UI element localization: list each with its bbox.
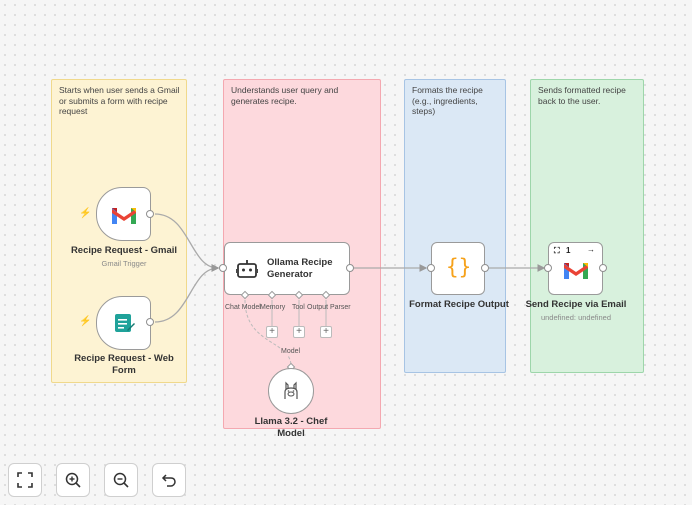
output-port[interactable] (481, 264, 489, 272)
node-title: Ollama Recipe Generator (267, 257, 333, 280)
code-braces-icon: {} (446, 255, 472, 279)
arrow-right-icon[interactable]: → (587, 245, 595, 254)
output-port[interactable] (146, 318, 154, 326)
fit-view-button[interactable] (8, 463, 42, 497)
sticky-note-text: Understands user query and generates rec… (231, 85, 339, 106)
zoom-in-icon (65, 472, 81, 488)
reset-zoom-button[interactable] (152, 463, 186, 497)
node-title: Send Recipe via Email (525, 299, 627, 310)
node-title: Llama 3.2 - Chef Model (254, 416, 328, 439)
output-port[interactable] (146, 210, 154, 218)
slot-label-memory: Memory (260, 304, 286, 311)
node-title: Recipe Request - Web Form (74, 353, 174, 376)
zoom-in-button[interactable] (56, 463, 90, 497)
node-subtitle: Gmail Trigger (101, 259, 147, 268)
ollama-icon (284, 381, 298, 399)
output-port[interactable] (599, 264, 607, 272)
gmail-icon (112, 208, 136, 224)
model-connection-label: Model (280, 348, 302, 355)
trigger-bolt-icon: ⚡ (79, 316, 92, 327)
node-subtitle: undefined: undefined (540, 313, 612, 322)
node-llm[interactable] (268, 368, 314, 414)
trigger-bolt-icon: ⚡ (79, 208, 92, 219)
sticky-note-text: Sends formatted recipe back to the user. (538, 85, 626, 106)
slot-label-chat-model: Chat Model (225, 304, 261, 311)
add-output-parser-button[interactable]: + (320, 326, 332, 338)
zoom-out-button[interactable] (104, 463, 138, 497)
node-send-email[interactable]: 1 ⛶ → (548, 242, 603, 295)
sticky-note-text: Formats the recipe (e.g., ingredients, s… (412, 85, 483, 117)
node-gmail-trigger[interactable] (96, 187, 151, 241)
fit-view-icon (17, 472, 33, 488)
slot-label-output-parser: Output Parser (307, 304, 351, 311)
node-formatter[interactable]: {} (431, 242, 485, 295)
node-toolbar-count: 1 (566, 246, 571, 255)
form-icon (115, 314, 135, 332)
input-port[interactable] (544, 264, 552, 272)
zoom-out-icon (113, 472, 129, 488)
reset-icon (161, 474, 176, 487)
output-port[interactable] (346, 264, 354, 272)
expand-icon[interactable]: ⛶ (554, 246, 560, 256)
node-title: Recipe Request - Gmail (70, 245, 178, 256)
sticky-note-send[interactable]: Sends formatted recipe back to the user. (530, 79, 644, 373)
input-port[interactable] (427, 264, 435, 272)
slot-label-tool: Tool (292, 304, 305, 311)
sticky-note-format[interactable]: Formats the recipe (e.g., ingredients, s… (404, 79, 506, 373)
input-port[interactable] (219, 264, 227, 272)
add-tool-button[interactable]: + (293, 326, 305, 338)
add-memory-button[interactable]: + (266, 326, 278, 338)
sticky-note-text: Starts when user sends a Gmail or submit… (59, 85, 180, 117)
node-title: Format Recipe Output (409, 299, 509, 310)
node-agent[interactable]: Ollama Recipe Generator (224, 242, 350, 295)
robot-icon (236, 260, 258, 278)
gmail-icon (564, 263, 588, 279)
node-web-form[interactable] (96, 296, 151, 350)
